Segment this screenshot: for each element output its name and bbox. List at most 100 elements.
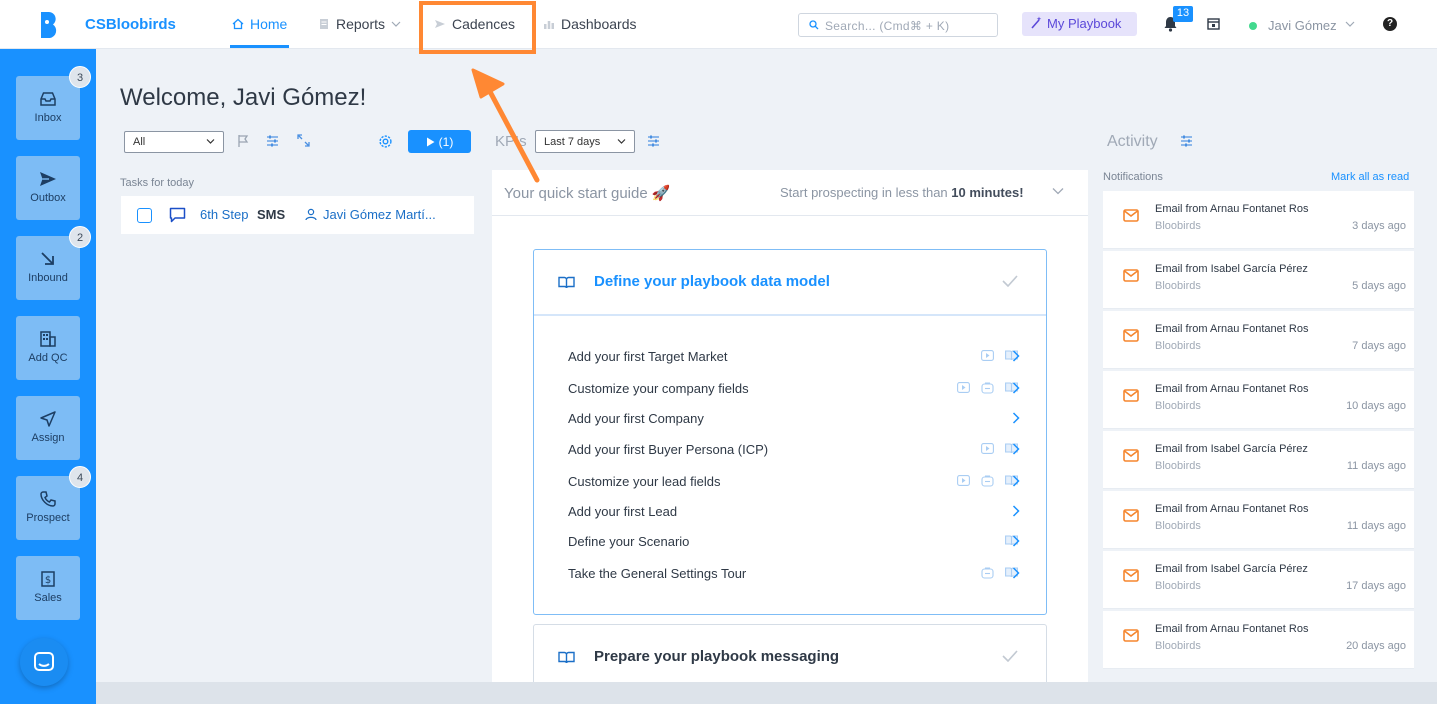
notification-title: Email from Arnau Fontanet Ros [1155, 503, 1309, 515]
sidebar-item-prospect[interactable]: Prospect 4 [16, 466, 91, 540]
quick-start-title: Your quick start guide 🚀 [504, 185, 671, 202]
video-icon[interactable] [957, 475, 970, 486]
sidebar-item-inbound[interactable]: Inbound 2 [16, 226, 91, 300]
online-status-dot [1249, 22, 1257, 30]
filter-sliders-icon[interactable] [266, 134, 279, 148]
calendar-icon[interactable] [1207, 17, 1220, 30]
sidebar-item-label: Inbox [34, 112, 62, 124]
notification-subtitle: Bloobirds [1155, 520, 1201, 532]
activity-filter-sliders-icon[interactable] [1180, 134, 1193, 148]
tour-icon[interactable] [981, 382, 994, 394]
nav-reports-label: Reports [336, 16, 386, 32]
video-icon[interactable] [957, 382, 970, 393]
step-target-market[interactable]: Add your first Target Market [568, 347, 1020, 367]
notification-item[interactable]: Email from Arnau Fontanet Ros Bloobirds 20… [1103, 611, 1414, 669]
chat-launcher-button[interactable] [20, 638, 68, 686]
video-icon[interactable] [981, 443, 994, 454]
flag-icon[interactable] [237, 134, 250, 148]
mail-icon [1123, 569, 1139, 582]
chevron-right-icon[interactable] [1012, 475, 1020, 487]
chevron-right-icon[interactable] [1012, 505, 1020, 517]
step-first-lead[interactable]: Add your first Lead [568, 502, 1020, 522]
user-menu[interactable]: Javi Gómez [1268, 18, 1337, 33]
notification-item[interactable]: Email from Arnau Fontanet Ros Bloobirds 7 … [1103, 311, 1414, 369]
checkmark-icon [1002, 275, 1018, 287]
step-first-company[interactable]: Add your first Company [568, 409, 1020, 429]
notification-title: Email from Isabel García Pérez [1155, 443, 1308, 455]
my-playbook-button[interactable]: My Playbook [1022, 12, 1137, 36]
phone-icon [40, 491, 56, 507]
step-lead-fields[interactable]: Customize your lead fields [568, 472, 1020, 492]
notification-time: 7 days ago [1352, 340, 1406, 352]
step-label: Customize your company fields [568, 381, 749, 396]
notification-time: 20 days ago [1346, 640, 1406, 652]
step-buyer-persona[interactable]: Add your first Buyer Persona (ICP) [568, 440, 1020, 460]
start-tasks-button[interactable]: (1) [408, 130, 471, 153]
notification-item[interactable]: Email from Isabel García Pérez Bloobirds 5… [1103, 251, 1414, 309]
task-card[interactable]: 6th Step SMS Javi Gómez Martí... [121, 196, 474, 234]
quick-start-header[interactable]: Your quick start guide 🚀 Start prospecti… [492, 170, 1088, 216]
chevron-right-icon[interactable] [1012, 412, 1020, 424]
video-icon[interactable] [981, 350, 994, 361]
chevron-down-icon[interactable] [1052, 187, 1064, 195]
mark-all-read-link[interactable]: Mark all as read [1331, 171, 1409, 183]
bottom-edge [96, 682, 1437, 704]
task-filter-select[interactable]: All [124, 131, 224, 153]
step-label: Customize your lead fields [568, 474, 721, 489]
step-label: Define your Scenario [568, 534, 690, 549]
navigation-icon [40, 411, 56, 427]
bar-chart-icon [544, 21, 554, 29]
step-settings-tour[interactable]: Take the General Settings Tour [568, 564, 1020, 584]
nav-reports[interactable]: Reports [318, 16, 401, 32]
chevron-right-icon[interactable] [1012, 443, 1020, 455]
brand-name[interactable]: CSBloobirds [85, 16, 176, 33]
card-header[interactable]: Define your playbook data model [534, 250, 1046, 316]
sidebar-item-label: Assign [31, 432, 65, 444]
task-filter-value: All [133, 136, 146, 148]
step-company-fields[interactable]: Customize your company fields [568, 379, 1020, 399]
expand-icon[interactable] [297, 134, 310, 147]
chat-bubble-icon [169, 207, 186, 223]
chevron-down-icon[interactable] [1345, 20, 1355, 28]
tour-icon[interactable] [981, 475, 994, 487]
notifications-badge: 13 [1173, 6, 1193, 22]
sidebar-item-label: Sales [34, 592, 62, 604]
kpi-range-select[interactable]: Last 7 days [535, 130, 635, 153]
settings-gear-icon[interactable] [378, 134, 393, 149]
quick-start-subtitle: Start prospecting in less than 10 minute… [780, 185, 1024, 200]
notification-item[interactable]: Email from Arnau Fontanet Ros Bloobirds 11… [1103, 491, 1414, 549]
notification-item[interactable]: Email from Arnau Fontanet Ros Bloobirds 10… [1103, 371, 1414, 429]
sidebar-item-assign[interactable]: Assign [16, 396, 80, 460]
task-step[interactable]: 6th Step [200, 207, 252, 222]
notification-title: Email from Isabel García Pérez [1155, 263, 1308, 275]
notification-subtitle: Bloobirds [1155, 580, 1201, 592]
task-lead-link[interactable]: Javi Gómez Martí... [323, 207, 436, 222]
playbook-messaging-card[interactable]: Prepare your playbook messaging [533, 624, 1047, 682]
my-playbook-label: My Playbook [1047, 16, 1122, 31]
kpi-filter-sliders-icon[interactable] [647, 134, 660, 148]
sidebar-item-add-qc[interactable]: Add QC [16, 316, 80, 380]
chevron-right-icon[interactable] [1012, 535, 1020, 547]
mail-icon [1123, 449, 1139, 462]
chevron-down-icon [206, 139, 215, 144]
search-input[interactable]: Search... (Cmd⌘ + K) [798, 13, 998, 37]
notification-time: 11 days ago [1346, 520, 1406, 532]
chevron-right-icon[interactable] [1012, 567, 1020, 579]
kpi-range-value: Last 7 days [544, 136, 601, 148]
chevron-right-icon[interactable] [1012, 350, 1020, 362]
nav-dashboards[interactable]: Dashboards [543, 16, 637, 32]
step-label: Add your first Lead [568, 504, 678, 519]
sidebar-item-inbox[interactable]: Inbox 3 [16, 66, 91, 140]
step-scenario[interactable]: Define your Scenario [568, 532, 1020, 552]
notification-item[interactable]: Email from Arnau Fontanet Ros Bloobirds 3 … [1103, 191, 1414, 249]
chevron-right-icon[interactable] [1012, 382, 1020, 394]
bloobirds-logo-icon[interactable] [38, 12, 62, 38]
sidebar-item-outbox[interactable]: Outbox [16, 156, 80, 220]
notification-item[interactable]: Email from Isabel García Pérez Bloobirds 1… [1103, 551, 1414, 609]
sidebar-item-sales[interactable]: $ Sales [16, 556, 80, 620]
task-checkbox[interactable] [137, 208, 152, 223]
tour-icon[interactable] [981, 567, 994, 579]
notification-item[interactable]: Email from Isabel García Pérez Bloobirds 1… [1103, 431, 1414, 489]
nav-home[interactable]: Home [232, 16, 287, 32]
help-icon[interactable]: ? [1383, 17, 1397, 31]
